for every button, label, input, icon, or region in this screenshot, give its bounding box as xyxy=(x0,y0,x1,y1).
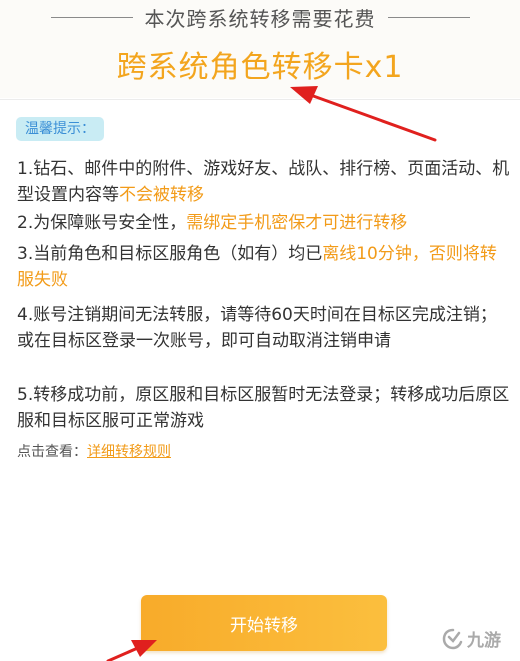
tip-4-text: 4.账号注销期间无法转服，请等待60天时间在目标区完成注销；或在目标区登录一次账… xyxy=(17,305,497,351)
watermark-text: 九游 xyxy=(467,631,501,651)
tip-item-4: 4.账号注销期间无法转服，请等待60天时间在目标区完成注销；或在目标区登录一次账… xyxy=(17,302,511,354)
start-transfer-button[interactable]: 开始转移 xyxy=(141,595,387,651)
transfer-confirm-page: 本次跨系统转移需要花费 跨系统角色转移卡x1 温馨提示： 1.钻石、邮件中的附件… xyxy=(0,0,520,661)
section-divider xyxy=(0,99,520,100)
jiuyou-logo-icon xyxy=(442,628,463,649)
tip-item-5: 5.转移成功前，原区服和目标区服暂时无法登录；转移成功后原区服和目标区服可正常游… xyxy=(17,382,511,434)
cost-panel: 本次跨系统转移需要花费 跨系统角色转移卡x1 xyxy=(0,0,520,98)
tip-1-highlight: 不会被转移 xyxy=(119,185,204,205)
tip-3-text: 3.当前角色和目标区服角色（如有）均已 xyxy=(17,244,323,264)
rules-prefix: 点击查看： xyxy=(17,444,87,460)
title-line-left xyxy=(50,16,133,18)
tips-badge: 温馨提示： xyxy=(16,117,104,141)
tip-item-3: 3.当前角色和目标区服角色（如有）均已离线10分钟，否则将转服失败 xyxy=(17,241,511,293)
title-line-right xyxy=(387,16,470,18)
tip-2-text: 2.为保障账号安全性， xyxy=(17,213,187,233)
tip-1-text: 1.钻石、邮件中的附件、游戏好友、战队、排行榜、页面活动、机型设置内容等 xyxy=(17,159,510,205)
tip-2-highlight: 需绑定手机密保才可进行转移 xyxy=(186,213,408,233)
detailed-rules-link[interactable]: 详细转移规则 xyxy=(87,444,171,460)
jiuyou-watermark: 九游 xyxy=(442,626,501,651)
tip-item-2: 2.为保障账号安全性，需绑定手机密保才可进行转移 xyxy=(17,210,511,236)
tip-5-text: 5.转移成功前，原区服和目标区服暂时无法登录；转移成功后原区服和目标区服可正常游… xyxy=(17,385,510,431)
rules-row: 点击查看：详细转移规则 xyxy=(17,441,171,461)
cost-title: 本次跨系统转移需要花费 xyxy=(144,6,376,31)
tip-item-1: 1.钻石、邮件中的附件、游戏好友、战队、排行榜、页面活动、机型设置内容等不会被转… xyxy=(17,156,511,208)
cost-title-row: 本次跨系统转移需要花费 xyxy=(0,4,520,31)
transfer-card-name: 跨系统角色转移卡x1 xyxy=(116,50,404,85)
